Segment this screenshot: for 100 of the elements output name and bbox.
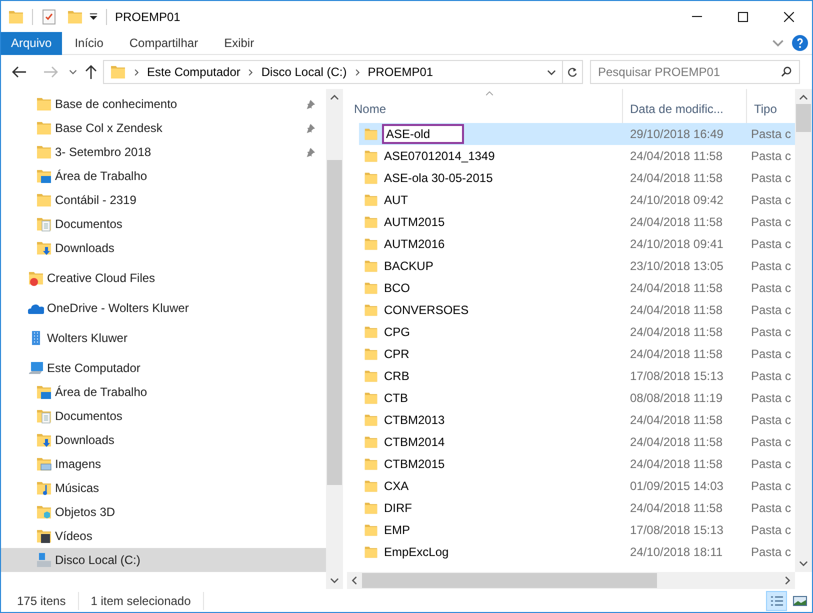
nav-item[interactable]: Creative Cloud Files — [1, 266, 326, 290]
scroll-down-icon[interactable] — [330, 576, 339, 585]
nav-item[interactable]: OneDrive - Wolters Kluwer — [1, 296, 326, 320]
file-row[interactable]: ASE-ola 30-05-2015 24/04/2018 11:58 Pasta c — [359, 167, 795, 189]
nav-item[interactable]: Base de conhecimento — [1, 92, 326, 116]
nav-item[interactable]: Base Col x Zendesk — [1, 116, 326, 140]
refresh-button[interactable] — [563, 60, 583, 84]
type-cell-text: Pasta c — [750, 214, 792, 231]
date-cell-text: 24/04/2018 11:58 — [629, 324, 724, 341]
search-field[interactable]: Pesquisar PROEMP01 — [590, 60, 800, 84]
folder-icon — [364, 236, 378, 252]
nav-item[interactable]: Disco Local (C:) — [1, 548, 326, 572]
scroll-thumb[interactable] — [796, 104, 811, 132]
scroll-thumb[interactable] — [362, 573, 657, 588]
folder-icon — [364, 346, 378, 362]
file-name: CTBM2015 — [384, 456, 445, 473]
breadcrumb-chevron-icon[interactable] — [354, 68, 361, 76]
nav-item[interactable]: Documentos — [1, 212, 326, 236]
date-cell-text: 01/09/2015 14:03 — [629, 478, 724, 495]
folder-badge-icon — [28, 270, 44, 286]
scroll-up-icon[interactable] — [799, 93, 808, 102]
file-menu-tab[interactable]: Arquivo — [1, 32, 62, 54]
file-row[interactable]: BCO 24/04/2018 11:58 Pasta c — [359, 277, 795, 299]
folder-icon — [36, 144, 52, 160]
back-arrow-icon[interactable] — [11, 64, 27, 80]
recent-dropdown-icon[interactable] — [69, 68, 77, 76]
file-row[interactable]: CXA 01/09/2015 14:03 Pasta c — [359, 475, 795, 497]
file-name: ASE07012014_1349 — [384, 148, 495, 165]
file-row[interactable]: CPR 24/04/2018 11:58 Pasta c — [359, 343, 795, 365]
refresh-icon — [567, 66, 578, 78]
file-row[interactable]: EMP 17/08/2018 15:13 Pasta c — [359, 519, 795, 541]
nav-item[interactable]: 3- Setembro 2018 — [1, 140, 326, 164]
file-row[interactable]: CTBM2015 24/04/2018 11:58 Pasta c — [359, 453, 795, 475]
file-row[interactable]: ASE07012014_1349 24/04/2018 11:58 Pasta c — [359, 145, 795, 167]
file-row[interactable]: AUTM2015 24/04/2018 11:58 Pasta c — [359, 211, 795, 233]
scroll-thumb[interactable] — [327, 160, 342, 485]
details-view-button[interactable] — [766, 590, 787, 610]
scroll-down-icon[interactable] — [799, 559, 808, 568]
address-dropdown-icon[interactable] — [547, 68, 556, 76]
date-cell-text: 24/04/2018 11:58 — [629, 500, 724, 517]
file-row[interactable]: ASE-old 29/10/2018 16:49 Pasta c — [359, 123, 795, 145]
nav-item[interactable]: Área de Trabalho — [1, 380, 326, 404]
file-row[interactable]: CRB 17/08/2018 15:13 Pasta c — [359, 365, 795, 387]
column-header[interactable]: Tipo — [747, 89, 795, 123]
breadcrumb[interactable]: PROEMP01 — [368, 63, 434, 81]
nav-item[interactable]: Downloads — [1, 236, 326, 260]
scroll-right-icon[interactable] — [783, 576, 792, 585]
documents-folder-icon — [36, 216, 52, 232]
scroll-up-icon[interactable] — [330, 93, 339, 102]
ribbon-expand-icon[interactable] — [772, 37, 784, 49]
nav-item[interactable]: Músicas — [1, 476, 326, 500]
type-cell-text: Pasta c — [750, 280, 792, 297]
dropdown-icon[interactable] — [89, 12, 98, 21]
file-row[interactable]: CONVERSOES 24/04/2018 11:58 Pasta c — [359, 299, 795, 321]
help-icon[interactable] — [792, 35, 808, 51]
scrollbar[interactable] — [795, 89, 812, 572]
rename-field[interactable]: ASE-old — [382, 124, 464, 144]
nav-item[interactable]: Objetos 3D — [1, 500, 326, 524]
scrollbar[interactable] — [347, 572, 795, 589]
address-bar[interactable]: Este Computador Disco Local (C:) PROEMP01 — [103, 60, 563, 84]
breadcrumb-chevron-icon[interactable] — [247, 68, 254, 76]
file-row[interactable]: BACKUP 23/10/2018 13:05 Pasta c — [359, 255, 795, 277]
nav-item[interactable]: Este Computador — [1, 356, 326, 380]
ribbon-tab[interactable]: Exibir — [211, 32, 268, 54]
up-arrow-icon[interactable] — [83, 64, 99, 80]
scrollbar[interactable] — [326, 89, 343, 589]
type-cell-text: Pasta c — [750, 522, 792, 539]
breadcrumb[interactable]: Este Computador — [147, 63, 240, 81]
folder-icon — [364, 456, 378, 472]
drive-icon — [36, 552, 52, 568]
item-count: 175 itens — [1, 592, 79, 610]
file-name: BCO — [384, 280, 410, 297]
file-row[interactable]: CPG 24/04/2018 11:58 Pasta c — [359, 321, 795, 343]
date-cell-text: 24/10/2018 09:42 — [629, 192, 724, 209]
nav-item[interactable]: Downloads — [1, 428, 326, 452]
file-row[interactable]: AUT 24/10/2018 09:42 Pasta c — [359, 189, 795, 211]
ribbon-tab[interactable]: Compartilhar — [116, 32, 212, 54]
checklist-icon[interactable] — [41, 8, 57, 24]
nav-item[interactable]: Vídeos — [1, 524, 326, 548]
file-row[interactable]: CTBM2013 24/04/2018 11:58 Pasta c — [359, 409, 795, 431]
scroll-left-icon[interactable] — [350, 576, 359, 585]
folder-icon — [364, 280, 378, 296]
nav-item[interactable]: Contábil - 2319 — [1, 188, 326, 212]
file-row[interactable]: AUTM2016 24/10/2018 09:41 Pasta c — [359, 233, 795, 255]
file-row[interactable]: EmpExcLog 24/10/2018 18:11 Pasta c — [359, 541, 795, 563]
folder-icon — [364, 544, 378, 560]
folder-icon — [364, 478, 378, 494]
ribbon-tab[interactable]: Início — [62, 32, 116, 54]
nav-item[interactable]: Imagens — [1, 452, 326, 476]
breadcrumb-chevron-icon[interactable] — [133, 68, 140, 76]
nav-item[interactable]: Wolters Kluwer — [1, 326, 326, 350]
breadcrumb[interactable]: Disco Local (C:) — [261, 63, 347, 81]
file-row[interactable]: DIRF 24/04/2018 11:58 Pasta c — [359, 497, 795, 519]
nav-item[interactable]: Área de Trabalho — [1, 164, 326, 188]
pin-icon — [305, 98, 316, 110]
nav-item[interactable]: Documentos — [1, 404, 326, 428]
file-row[interactable]: CTBM2014 24/04/2018 11:58 Pasta c — [359, 431, 795, 453]
date-cell-text: 24/04/2018 11:58 — [629, 434, 724, 451]
file-row[interactable]: CTB 08/08/2018 11:19 Pasta c — [359, 387, 795, 409]
type-cell-text: Pasta c — [750, 500, 792, 517]
